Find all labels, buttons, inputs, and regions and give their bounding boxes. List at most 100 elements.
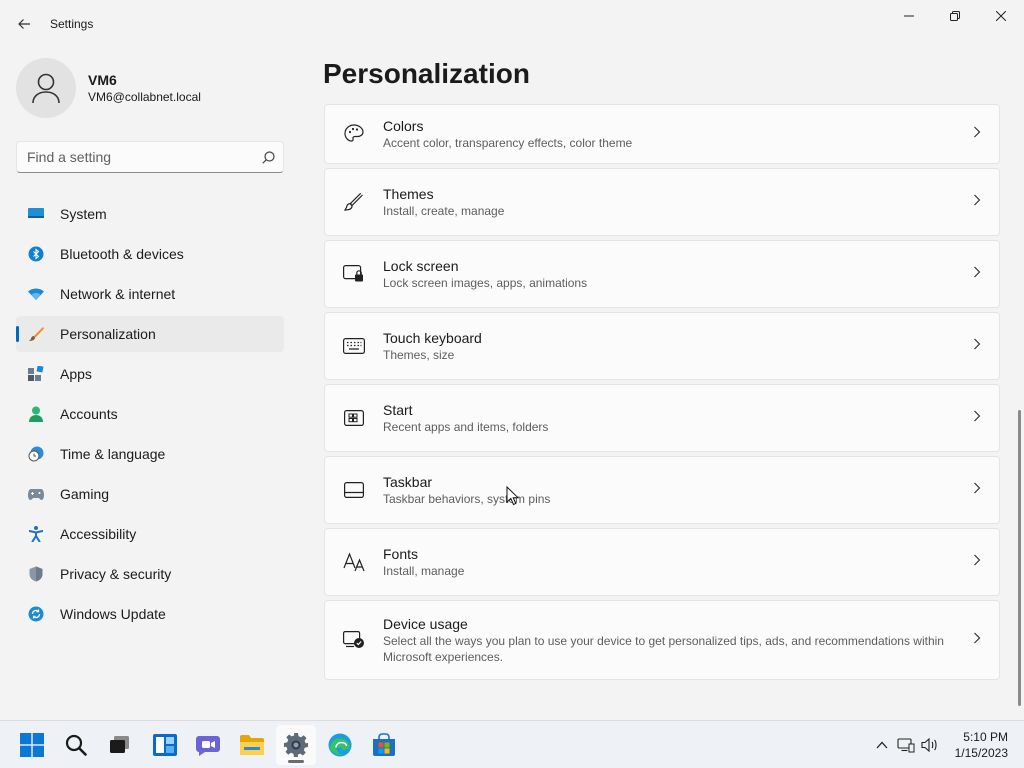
chevron-right-icon [973,481,981,499]
chevron-right-icon [973,125,981,143]
taskbar-edge-button[interactable] [320,725,360,765]
taskbar-clock[interactable]: 5:10 PM 1/15/2023 [955,729,1008,761]
sidebar-item-personalization[interactable]: Personalization [16,316,284,352]
search-input[interactable] [27,149,253,165]
card-taskbar[interactable]: Taskbar Taskbar behaviors, system pins [324,456,1000,524]
sidebar-item-apps[interactable]: Apps [16,356,284,392]
volume-icon [921,737,937,753]
card-start[interactable]: Start Recent apps and items, folders [324,384,1000,452]
chevron-up-icon [876,741,888,749]
search-box[interactable] [16,141,284,173]
card-description: Accent color, transparency effects, colo… [383,136,633,150]
sidebar-item-time-language[interactable]: Time & language [16,436,284,472]
minimize-button[interactable] [886,0,932,32]
card-title: Themes [383,186,434,202]
card-title: Colors [383,118,424,134]
bluetooth-icon [28,246,44,262]
mouse-cursor-icon [506,486,520,506]
sidebar-item-label: Accessibility [60,526,137,542]
card-lock-screen[interactable]: Lock screen Lock screen images, apps, an… [324,240,1000,308]
title-bar: Settings [0,0,1024,48]
brush-icon [28,326,44,342]
taskbar-settings-button[interactable] [276,725,316,765]
close-icon [996,11,1006,21]
sidebar-item-label: Personalization [60,326,156,342]
sidebar-item-accounts[interactable]: Accounts [16,396,284,432]
show-hidden-icons-button[interactable] [870,741,894,749]
settings-list: Colors Accent color, transparency effect… [324,104,1000,684]
sidebar-item-label: Privacy & security [60,566,172,582]
file-explorer-icon [240,735,264,755]
taskbar-start-button[interactable] [12,725,52,765]
user-icon [32,73,60,104]
clock-globe-icon [28,446,44,462]
sidebar-item-label: Windows Update [60,606,166,622]
taskbar-store-button[interactable] [364,725,404,765]
sidebar-item-network[interactable]: Network & internet [16,276,284,312]
card-description: Themes, size [383,348,455,362]
sidebar-item-system[interactable]: System [16,196,284,232]
fonts-icon [325,552,383,572]
scrollbar[interactable] [1018,410,1021,706]
start-icon [325,410,383,426]
sidebar-item-label: Apps [60,366,92,382]
search-icon [65,734,87,756]
taskbar-widgets-button[interactable] [145,725,185,765]
search-icon[interactable] [253,150,283,164]
sidebar-item-gaming[interactable]: Gaming [16,476,284,512]
card-title: Device usage [383,616,468,632]
restore-icon [950,11,960,21]
gamepad-icon [28,486,44,502]
card-device-usage[interactable]: Device usage Select all the ways you pla… [324,600,1000,680]
minimize-icon [904,15,914,17]
palette-icon [325,124,383,144]
chevron-right-icon [973,265,981,283]
user-profile[interactable]: VM6 VM6@collabnet.local [16,58,201,118]
shield-icon [28,566,44,582]
volume-control[interactable] [918,737,942,753]
brush-icon [325,192,383,212]
accessibility-icon [28,526,44,542]
card-title: Touch keyboard [383,330,482,346]
edge-icon [328,733,352,757]
settings-icon [284,733,308,757]
clock-date: 1/15/2023 [954,746,1008,760]
sidebar-item-label: Accounts [60,406,118,422]
teams-chat-icon [196,736,220,756]
card-title: Lock screen [383,258,459,274]
sidebar-item-accessibility[interactable]: Accessibility [16,516,284,552]
lock-screen-icon [325,265,383,283]
taskbar-task-view-button[interactable] [100,725,140,765]
sidebar-nav: System Bluetooth & devices Network & int… [16,196,284,636]
card-description: Select all the ways you plan to use your… [383,634,944,664]
card-touch-keyboard[interactable]: Touch keyboard Themes, size [324,312,1000,380]
sidebar-item-bluetooth[interactable]: Bluetooth & devices [16,236,284,272]
restore-button[interactable] [932,0,978,32]
clock-time: 5:10 PM [963,730,1008,744]
sidebar-item-windows-update[interactable]: Windows Update [16,596,284,632]
back-button[interactable] [10,10,38,38]
close-button[interactable] [978,0,1024,32]
store-icon [373,733,395,756]
device-usage-icon [325,631,383,649]
keyboard-icon [325,338,383,354]
app-title: Settings [50,17,94,31]
chevron-right-icon [973,553,981,571]
system-tray [870,721,942,768]
taskbar-file-explorer-button[interactable] [232,725,272,765]
card-fonts[interactable]: Fonts Install, manage [324,528,1000,596]
taskbar-chat-button[interactable] [188,725,228,765]
sidebar-item-label: Gaming [60,486,110,502]
taskbar: 5:10 PM 1/15/2023 [0,720,1024,768]
card-title: Start [383,402,413,418]
card-colors[interactable]: Colors Accent color, transparency effect… [324,104,1000,164]
window-controls [886,0,1024,32]
taskbar-search-button[interactable] [56,725,96,765]
widgets-icon [153,734,177,756]
back-arrow-icon [18,19,30,29]
network-status[interactable] [894,737,918,753]
card-description: Taskbar behaviors, system pins [383,492,551,506]
card-themes[interactable]: Themes Install, create, manage [324,168,1000,236]
sidebar-item-privacy-security[interactable]: Privacy & security [16,556,284,592]
apps-icon [28,366,44,382]
